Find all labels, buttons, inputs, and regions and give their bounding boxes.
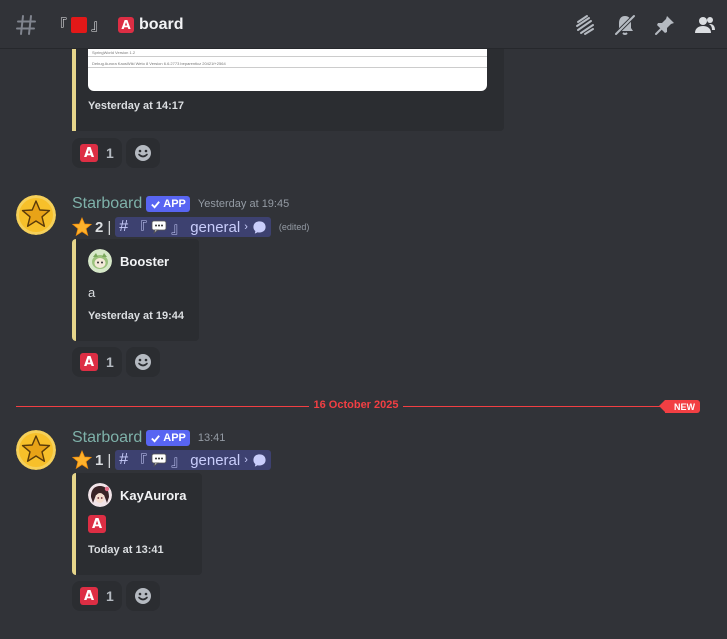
channel-header: 『 』 A board: [0, 0, 727, 49]
starboard-embed: Booster a Yesterday at 19:44: [72, 239, 199, 341]
mention-bracket-open: 『: [132, 452, 148, 470]
members-icon[interactable]: [693, 13, 717, 37]
speech-balloon-icon: [151, 220, 167, 234]
mention-hash: #: [119, 218, 129, 235]
channel-title: 『 』 A board: [52, 14, 183, 35]
divider-line: [16, 406, 309, 407]
checkmark-icon: [151, 434, 161, 443]
username[interactable]: Starboard: [72, 195, 142, 213]
title-bracket-close: 』: [91, 17, 107, 34]
message-list: SpringWorld Version 1.2 Debug Aurora Kao…: [0, 49, 727, 639]
username[interactable]: Starboard: [72, 429, 142, 447]
app-badge-label: APP: [163, 198, 186, 210]
embed-image[interactable]: SpringWorld Version 1.2 Debug Aurora Kao…: [88, 49, 487, 91]
message-header: Starboard APP Yesterday at 19:45: [72, 195, 289, 213]
star-emoji-icon: [72, 450, 92, 470]
embed-image-separator: [88, 56, 487, 57]
add-reaction-button[interactable]: [125, 138, 160, 168]
smiley-icon: [134, 354, 151, 370]
pin-icon[interactable]: [653, 13, 677, 37]
reaction-a[interactable]: A 1: [72, 581, 122, 611]
embed-description: a: [88, 285, 96, 300]
divider-date: 16 October 2025: [313, 399, 399, 411]
text-channel-hash-icon: [16, 15, 36, 35]
embed-author-name[interactable]: Booster: [120, 254, 169, 269]
star-count: 1: [95, 451, 104, 469]
avatar[interactable]: [16, 195, 56, 235]
add-reaction-button[interactable]: [125, 347, 160, 377]
message-content: 2 | # 『 』 general › (edited): [72, 216, 309, 238]
new-messages-badge[interactable]: NEW: [659, 400, 700, 413]
embed-image-text: Debug Aurora KaosWiki Weto 8 Version 6.6…: [92, 61, 226, 66]
message-content: 1 | # 『 』 general ›: [72, 449, 271, 471]
add-reaction-button[interactable]: [125, 581, 160, 611]
reaction-count: 1: [106, 354, 114, 370]
embed-image-separator: [88, 67, 487, 68]
a-button-emoji: A: [80, 144, 98, 162]
channel-mention-general[interactable]: # 『 』 general ›: [115, 450, 271, 470]
mention-bracket-close: 』: [171, 219, 187, 237]
chat-bubble-icon: [253, 453, 266, 467]
a-button-emoji: A: [88, 515, 106, 533]
mention-channel-name: general: [190, 451, 241, 469]
title-bracket-open: 『: [52, 17, 68, 34]
app-badge-label: APP: [163, 432, 186, 444]
embed-image-text: SpringWorld Version 1.2: [92, 50, 136, 55]
chevron-right-icon: ›: [244, 221, 248, 233]
mention-hash: #: [119, 451, 129, 468]
embed-footer-time: Today at 13:41: [88, 544, 164, 556]
red-square-icon: [71, 16, 88, 33]
checkmark-icon: [151, 200, 161, 209]
a-button-emoji: A: [118, 16, 135, 33]
reactions-bar: A 1: [72, 138, 160, 168]
speech-balloon-icon: [151, 453, 167, 467]
smiley-icon: [134, 145, 151, 161]
reaction-count: 1: [106, 588, 114, 604]
a-button-emoji: A: [80, 587, 98, 605]
notifications-muted-icon[interactable]: [613, 13, 637, 37]
channel-name: board: [139, 15, 184, 33]
chat-bubble-icon: [253, 220, 266, 234]
smiley-icon: [134, 588, 151, 604]
reactions-bar: A 1: [72, 581, 160, 611]
star-count: 2: [95, 218, 104, 236]
channel-mention-general[interactable]: # 『 』 general ›: [115, 217, 271, 237]
reaction-a[interactable]: A 1: [72, 138, 122, 168]
author-avatar[interactable]: [88, 483, 112, 507]
message-header: Starboard APP 13:41: [72, 429, 225, 447]
embed-footer-time: Yesterday at 14:17: [88, 100, 185, 112]
edited-label: (edited): [278, 222, 310, 232]
author-avatar[interactable]: [88, 249, 112, 273]
mention-bracket-close: 』: [171, 452, 187, 470]
message-timestamp[interactable]: 13:41: [198, 432, 226, 444]
reactions-bar: A 1: [72, 347, 160, 377]
header-toolbar: [573, 13, 717, 37]
mention-channel-name: general: [190, 218, 241, 236]
new-messages-divider: 16 October 2025 NEW: [16, 399, 700, 413]
divider-line: [403, 406, 665, 407]
a-button-emoji: A: [80, 353, 98, 371]
chevron-right-icon: ›: [244, 454, 248, 466]
embed-author: Booster: [88, 249, 169, 273]
star-emoji-icon: [72, 217, 92, 237]
message-timestamp[interactable]: Yesterday at 19:45: [198, 198, 289, 210]
separator-pipe: |: [107, 218, 112, 236]
starboard-embed: KayAurora A Today at 13:41: [72, 473, 202, 575]
embed-author-name[interactable]: KayAurora: [120, 488, 186, 503]
embed-description: A: [88, 515, 106, 533]
embed-footer-time: Yesterday at 19:44: [88, 310, 185, 322]
threads-icon[interactable]: [573, 13, 597, 37]
app-badge: APP: [146, 430, 190, 446]
embed-author: KayAurora: [88, 483, 186, 507]
embed-partial: SpringWorld Version 1.2 Debug Aurora Kao…: [72, 49, 504, 131]
separator-pipe: |: [107, 451, 112, 469]
reaction-count: 1: [106, 145, 114, 161]
mention-bracket-open: 『: [132, 219, 148, 237]
app-badge: APP: [146, 196, 190, 212]
avatar[interactable]: [16, 430, 56, 470]
reaction-a[interactable]: A 1: [72, 347, 122, 377]
